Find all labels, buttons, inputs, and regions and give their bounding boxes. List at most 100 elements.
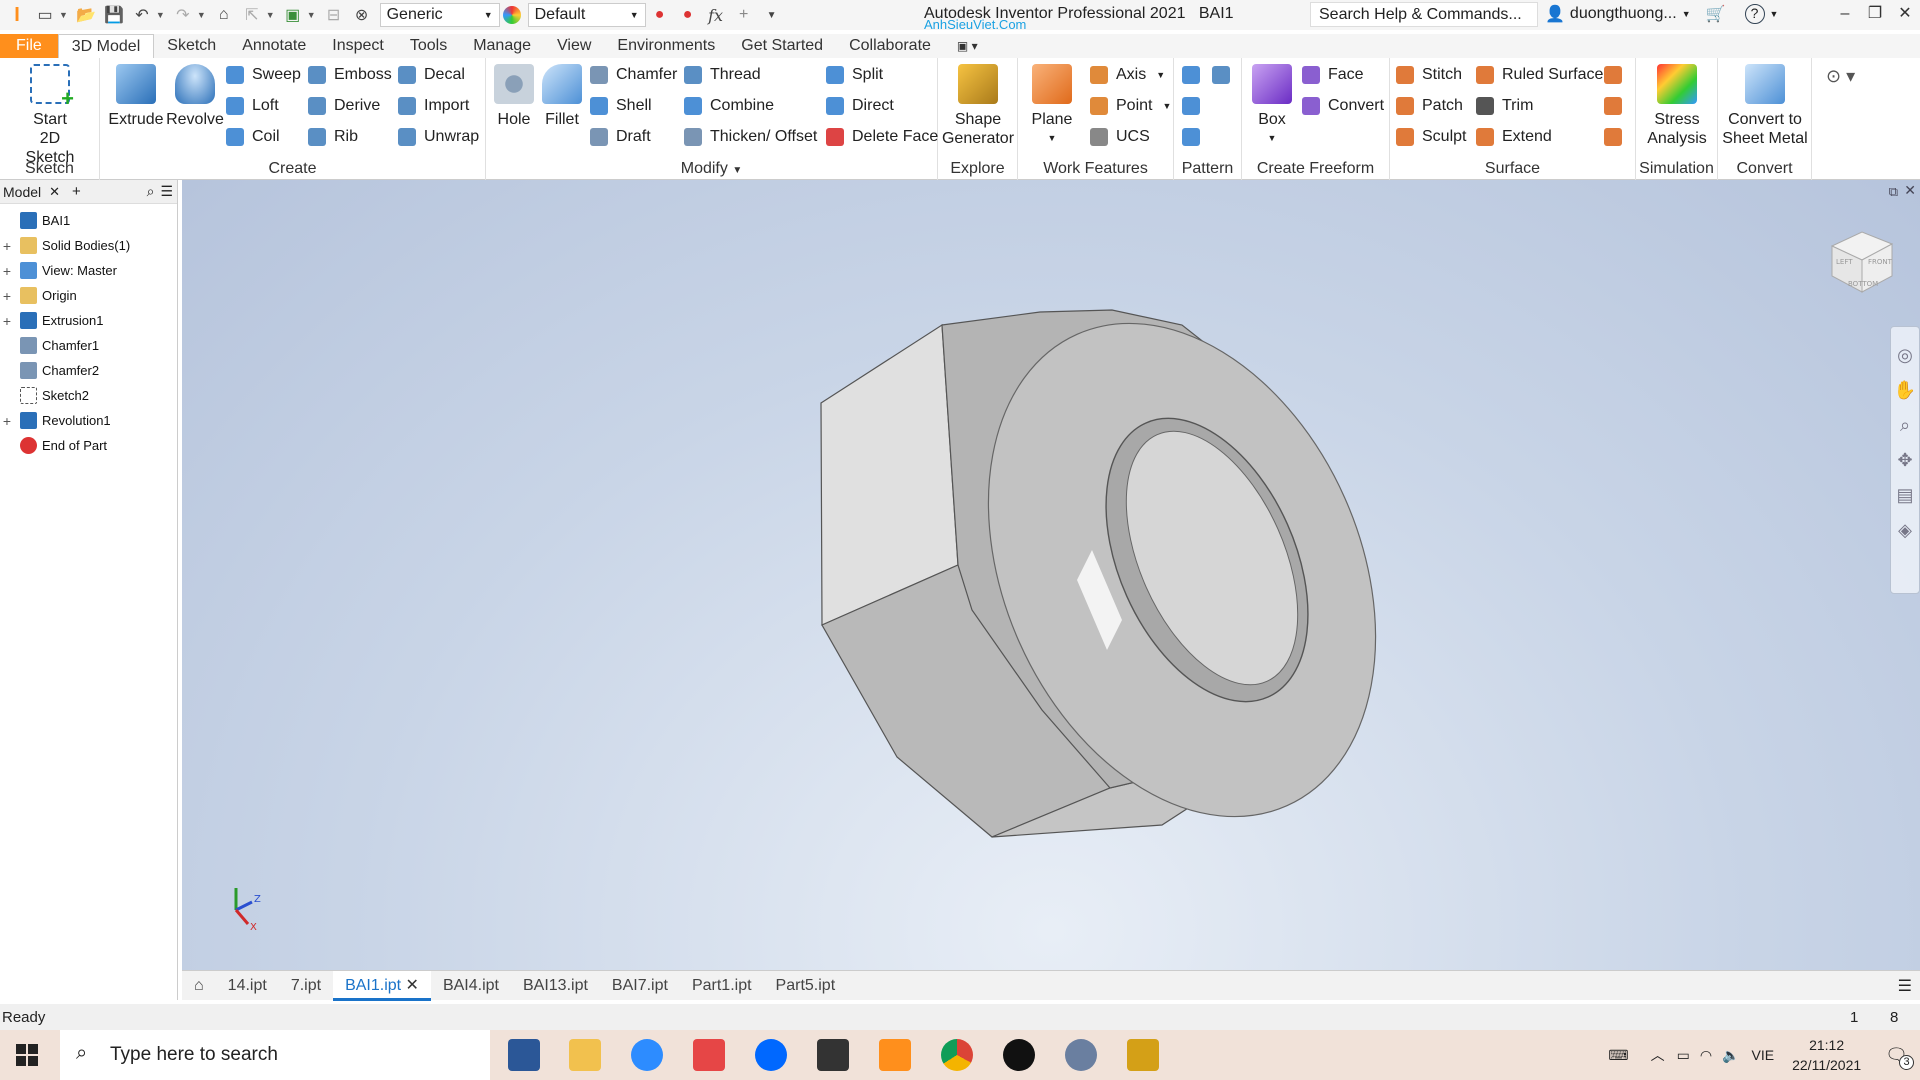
split-button[interactable]: Split bbox=[826, 66, 883, 84]
adjust-appearance-icon[interactable]: ● bbox=[649, 4, 671, 26]
inventor-logo-icon[interactable]: I bbox=[6, 4, 28, 26]
tree-node[interactable]: + Extrusion1 bbox=[0, 308, 177, 333]
document-tab[interactable]: Part5.ipt bbox=[764, 971, 848, 1001]
document-tab[interactable]: BAI4.ipt bbox=[431, 971, 511, 1001]
hex-nut-model[interactable] bbox=[182, 180, 1920, 970]
select-icon[interactable]: ⇱ bbox=[241, 4, 263, 26]
tab-sketch[interactable]: Sketch bbox=[154, 34, 229, 58]
document-tab[interactable]: 14.ipt bbox=[216, 971, 279, 1001]
tab-options-icon[interactable]: ▣ ▾ bbox=[944, 34, 991, 58]
import-button[interactable]: Import bbox=[398, 97, 469, 115]
maximize-icon[interactable]: ❐ bbox=[1860, 0, 1890, 30]
stitch-button[interactable]: Stitch bbox=[1396, 66, 1462, 84]
ribbon-options-button[interactable]: ⊙ ▾ bbox=[1826, 66, 1855, 87]
tray-chevron-icon[interactable]: ︿ bbox=[1651, 1045, 1665, 1065]
zoom-app-icon[interactable] bbox=[631, 1039, 663, 1071]
close-tab-icon[interactable]: ✕ bbox=[401, 977, 419, 994]
clear-appearance-icon[interactable]: ⊗ bbox=[351, 4, 373, 26]
modify-panel-menu[interactable]: Modify ▼ bbox=[486, 160, 937, 178]
tab-file[interactable]: File bbox=[0, 34, 58, 58]
extend-button[interactable]: Extend bbox=[1476, 128, 1552, 146]
atom-app-icon[interactable] bbox=[1065, 1039, 1097, 1071]
browser-tab-model[interactable]: Model bbox=[3, 184, 41, 200]
unwrap-button[interactable]: Unwrap bbox=[398, 128, 479, 146]
help-icon[interactable]: ? bbox=[1744, 4, 1765, 24]
surface-tool-2[interactable] bbox=[1604, 97, 1630, 115]
point-button[interactable]: Point ▼ bbox=[1090, 97, 1171, 115]
redo-icon[interactable]: ↷ bbox=[172, 4, 194, 26]
surface-tool-1[interactable] bbox=[1604, 66, 1630, 84]
pan-icon[interactable]: ✋ bbox=[1894, 380, 1916, 401]
close-browser-icon[interactable]: ✕ bbox=[49, 184, 60, 200]
expand-icon[interactable]: + bbox=[0, 313, 14, 329]
inventor-app-icon[interactable] bbox=[879, 1039, 911, 1071]
coil-button[interactable]: Coil bbox=[226, 128, 280, 146]
add-browser-icon[interactable]: + bbox=[72, 183, 81, 200]
clock[interactable]: 21:12 22/11/2021 bbox=[1792, 1035, 1861, 1075]
language-indicator[interactable]: VIE bbox=[1752, 1047, 1775, 1063]
home-tab-icon[interactable]: ⌂ bbox=[182, 971, 216, 1001]
tree-node[interactable]: End of Part bbox=[0, 433, 177, 458]
start-2d-sketch-button[interactable]: + Start 2D Sketch bbox=[14, 64, 86, 167]
tree-node[interactable]: Chamfer2 bbox=[0, 358, 177, 383]
measure-icon[interactable]: ⊟ bbox=[323, 4, 345, 26]
user-menu[interactable]: 👤 duongthuong... ▼ 🛒? ▼ bbox=[1545, 4, 1778, 24]
home-icon[interactable]: ⌂ bbox=[213, 4, 235, 26]
tab-inspect[interactable]: Inspect bbox=[319, 34, 397, 58]
file-explorer-app-icon[interactable] bbox=[569, 1039, 601, 1071]
mirror-button[interactable] bbox=[1212, 66, 1238, 84]
tab-view[interactable]: View bbox=[544, 34, 604, 58]
expand-icon[interactable]: + bbox=[0, 413, 14, 429]
v-app-icon[interactable] bbox=[1127, 1039, 1159, 1071]
network-icon[interactable]: ◠ bbox=[1700, 1047, 1712, 1064]
tree-node[interactable]: Sketch2 bbox=[0, 383, 177, 408]
film-app-icon[interactable] bbox=[817, 1039, 849, 1071]
thicken-offset-button[interactable]: Thicken/ Offset bbox=[684, 128, 817, 146]
stress-analysis-button[interactable]: Stress Analysis bbox=[1642, 64, 1712, 148]
derive-button[interactable]: Derive bbox=[308, 97, 380, 115]
help-search-input[interactable]: Search Help & Commands... bbox=[1310, 2, 1538, 27]
material-select[interactable]: Generic ▼ bbox=[379, 3, 500, 27]
sweep-button[interactable]: Sweep bbox=[226, 66, 301, 84]
rectangular-pattern-button[interactable] bbox=[1182, 66, 1208, 84]
axis-button[interactable]: Axis ▼ bbox=[1090, 66, 1165, 84]
circular-pattern-button[interactable] bbox=[1182, 97, 1208, 115]
revolve-button[interactable]: Revolve bbox=[164, 64, 226, 129]
zoom-icon[interactable]: ⌕ bbox=[1900, 415, 1910, 436]
steering-wheel-icon[interactable]: ◎ bbox=[1897, 345, 1913, 366]
graphics-viewport[interactable]: LEFT FRONT BOTTOM ⧉ ✕ ◎ ✋ ⌕ ✥ ▤ ◈ Z X bbox=[182, 180, 1920, 970]
orbit-icon[interactable]: ✥ bbox=[1897, 450, 1912, 471]
tree-node[interactable]: + Solid Bodies(1) bbox=[0, 233, 177, 258]
tab-environments[interactable]: Environments bbox=[604, 34, 728, 58]
surface-tool-3[interactable] bbox=[1604, 128, 1630, 146]
tab-get-started[interactable]: Get Started bbox=[728, 34, 836, 58]
rib-button[interactable]: Rib bbox=[308, 128, 358, 146]
appearance-select[interactable]: Default ▼ bbox=[527, 3, 646, 27]
chrome-app-icon[interactable] bbox=[941, 1039, 973, 1071]
battery-icon[interactable]: ▭ bbox=[1677, 1047, 1690, 1064]
fx-icon[interactable]: fx bbox=[705, 4, 727, 26]
close-icon[interactable]: ✕ bbox=[1890, 0, 1920, 30]
document-tab[interactable]: BAI13.ipt bbox=[511, 971, 600, 1001]
sculpt-button[interactable]: Sculpt bbox=[1396, 128, 1466, 146]
document-tab[interactable]: BAI7.ipt bbox=[600, 971, 680, 1001]
windows-start-icon[interactable] bbox=[16, 1044, 38, 1066]
tree-node[interactable]: + View: Master bbox=[0, 258, 177, 283]
document-tab[interactable]: BAI1.ipt ✕ bbox=[333, 970, 431, 1001]
customize-icon[interactable]: ▼ bbox=[761, 4, 783, 26]
garena-app-icon[interactable] bbox=[693, 1039, 725, 1071]
ucs-button[interactable]: UCS bbox=[1090, 128, 1150, 146]
look-at-icon[interactable]: ▤ bbox=[1896, 485, 1913, 506]
document-tab[interactable]: 7.ipt bbox=[279, 971, 333, 1001]
hole-button[interactable]: Hole bbox=[490, 64, 538, 129]
tree-node[interactable]: Chamfer1 bbox=[0, 333, 177, 358]
expand-icon[interactable]: + bbox=[0, 238, 14, 254]
convert-freeform-button[interactable]: Convert bbox=[1302, 97, 1384, 115]
restore-viewport-icon[interactable]: ⧉ bbox=[1889, 184, 1898, 200]
expand-icon[interactable]: + bbox=[0, 288, 14, 304]
new-file-icon[interactable]: ▭ bbox=[34, 4, 56, 26]
thread-button[interactable]: Thread bbox=[684, 66, 761, 84]
update-icon[interactable]: ▣ bbox=[282, 4, 304, 26]
trim-button[interactable]: Trim bbox=[1476, 97, 1533, 115]
fillet-button[interactable]: Fillet bbox=[538, 64, 586, 129]
